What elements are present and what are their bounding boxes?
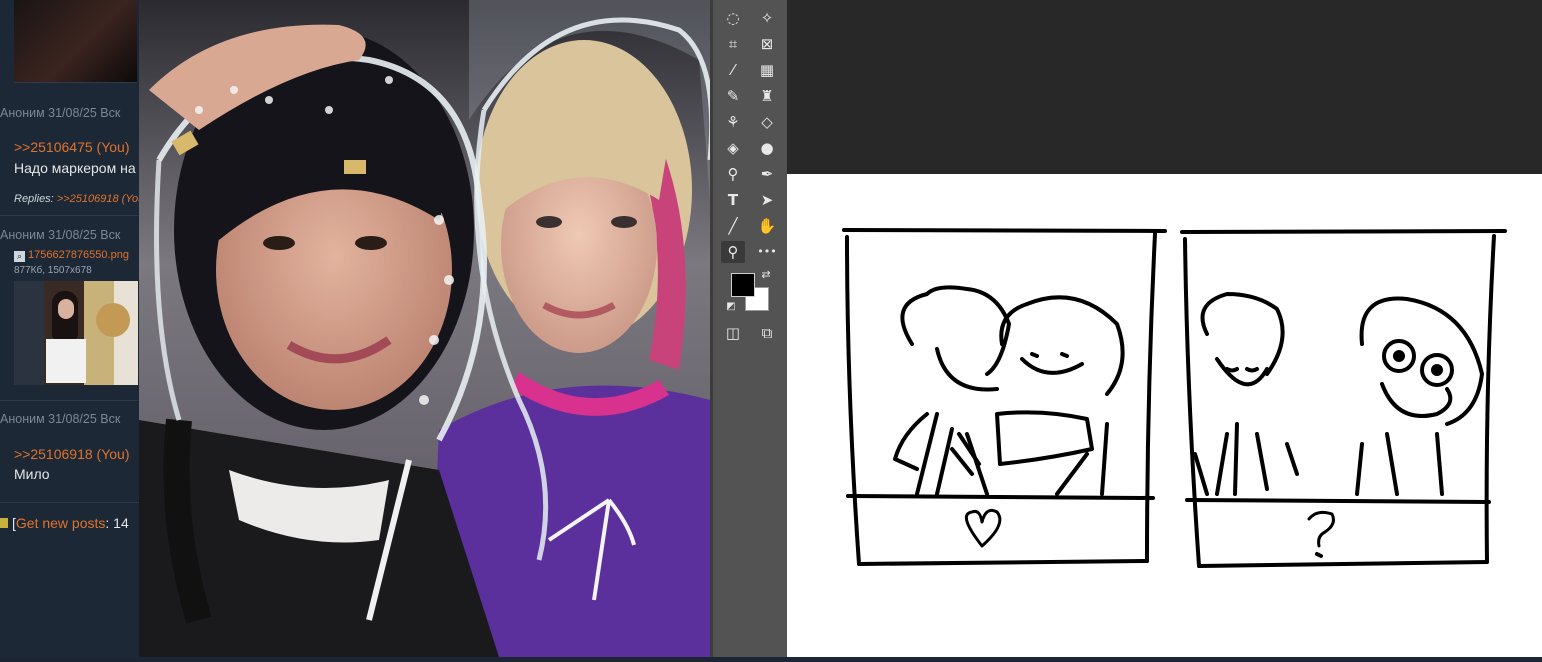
magic-wand-tool-icon[interactable]: ✧ (755, 7, 779, 29)
quick-mask-icon[interactable]: ◫ (721, 322, 745, 344)
type-tool-icon[interactable]: T (721, 189, 745, 211)
default-colors-icon[interactable]: ◩ (724, 300, 738, 314)
replies-label: Replies: (14, 193, 54, 205)
foreground-color-swatch[interactable] (731, 273, 755, 297)
replies-line: Replies: >>25106918 (You (14, 193, 139, 205)
crop-tool-icon[interactable]: ⌗ (721, 33, 745, 55)
post-divider (0, 400, 139, 401)
file-meta: 877Кб, 1507x678 (14, 265, 92, 276)
blur-tool-icon[interactable]: ● (755, 137, 779, 159)
paint-bucket-tool-icon[interactable]: ◈ (721, 137, 745, 159)
file-link[interactable]: ⌕ 1756627876550.png (14, 249, 129, 262)
post-text: Мило (14, 466, 50, 482)
zoom-tool-icon[interactable]: ⚲ (721, 241, 745, 263)
search-icon[interactable]: ⌕ (14, 251, 25, 262)
refresh-icon[interactable] (0, 518, 8, 528)
file-name[interactable]: 1756627876550.png (28, 249, 129, 261)
pen-tool-icon[interactable]: ✒ (755, 163, 779, 185)
reply-link[interactable]: >>25106475 (You) (14, 139, 129, 155)
forum-thread-panel: Аноним 31/08/25 Вск >>25106475 (You) Над… (0, 0, 139, 657)
frame-tool-icon[interactable]: ⊠ (755, 33, 779, 55)
lasso-tool-icon[interactable]: ◌ (721, 7, 745, 29)
get-new-posts-link[interactable]: Get new posts (16, 515, 106, 531)
post-header: Аноним 31/08/25 Вск (0, 412, 121, 426)
eraser-tool-icon[interactable]: ◇ (755, 111, 779, 133)
eyedropper-tool-icon[interactable]: ⁄ (721, 59, 745, 81)
post-header: Аноним 31/08/25 Вск (0, 228, 121, 242)
selfie-photo (139, 0, 710, 657)
hand-tool-icon[interactable]: ✋ (755, 215, 779, 237)
post-divider (0, 502, 139, 503)
post-divider (0, 215, 139, 216)
comic-sketch (842, 228, 1507, 568)
dodge-tool-icon[interactable]: ⚲ (721, 163, 745, 185)
replies-link[interactable]: >>25106918 (You (57, 193, 139, 205)
brush-tool-icon[interactable]: ✎ (721, 85, 745, 107)
pasteboard (787, 0, 1542, 174)
history-brush-tool-icon[interactable]: ⚘ (721, 111, 745, 133)
path-selection-tool-icon[interactable]: ➤ (755, 189, 779, 211)
attached-image-thumbnail[interactable] (14, 281, 138, 385)
line-tool-icon[interactable]: ╱ (721, 215, 745, 237)
reply-link[interactable]: >>25106918 (You) (14, 446, 129, 462)
document-canvas[interactable] (787, 174, 1542, 657)
more-tools-icon[interactable]: ••• (755, 241, 779, 263)
swap-colors-icon[interactable]: ⇄ (757, 266, 775, 284)
clone-stamp-tool-icon[interactable]: ♜ (755, 85, 779, 107)
post-image-thumbnail[interactable] (14, 0, 137, 83)
healing-brush-tool-icon[interactable]: ▦ (755, 59, 779, 81)
screen-mode-icon[interactable]: ⧉ (755, 322, 779, 344)
post-header: Аноним 31/08/25 Вск (0, 106, 121, 120)
get-new-posts: [Get new posts: 14 (0, 515, 129, 531)
post-text: Надо маркером на (14, 160, 136, 176)
